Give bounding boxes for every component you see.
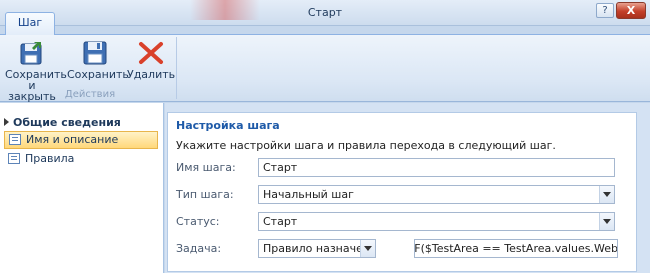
section-description: Укажите настройки шага и правила переход…	[176, 139, 556, 152]
status-label: Статус:	[176, 215, 220, 228]
save-and-close-label-1: Сохранить	[5, 68, 67, 81]
expand-triangle-icon[interactable]	[4, 118, 9, 126]
delete-label: Удалить	[127, 68, 176, 81]
sidebar: Общие сведения Имя и описание Правила	[0, 103, 164, 273]
window-title: Старт	[307, 6, 343, 19]
chevron-down-icon[interactable]	[599, 213, 614, 230]
main-area: Настройка шага Укажите настройки шага и …	[165, 103, 650, 273]
save-icon	[83, 41, 107, 65]
actions-group: Сохранить и закрыть Сохранить Удалить Де…	[3, 37, 177, 102]
task-label: Задача:	[176, 242, 222, 255]
step-type-value: Начальный шаг	[263, 188, 354, 201]
step-type-label: Тип шага:	[176, 188, 234, 201]
save-label: Сохранить	[67, 68, 129, 81]
sidebar-item-name-description[interactable]: Имя и описание	[4, 131, 158, 149]
delete-button[interactable]: Удалить	[127, 39, 175, 80]
task-rule-select[interactable]: Правило назначения	[258, 239, 376, 258]
sidebar-section-general[interactable]: Общие сведения	[4, 116, 121, 129]
sidebar-item-rules[interactable]: Правила	[4, 151, 158, 169]
form-icon	[9, 134, 21, 145]
chevron-down-icon[interactable]	[599, 186, 614, 203]
step-type-select[interactable]: Начальный шаг	[258, 185, 615, 204]
help-button[interactable]: ?	[596, 3, 614, 18]
actions-group-label: Действия	[64, 89, 116, 100]
step-name-input[interactable]: Старт	[258, 158, 615, 177]
settings-panel: Настройка шага Укажите настройки шага и …	[167, 112, 637, 272]
delete-icon	[139, 42, 163, 64]
tab-step[interactable]: Шаг	[5, 12, 55, 35]
title-bar: Старт ? X	[0, 0, 650, 26]
save-button[interactable]: Сохранить	[67, 39, 129, 80]
chevron-down-icon[interactable]	[360, 240, 375, 257]
section-title: Настройка шага	[176, 119, 280, 132]
status-select[interactable]: Старт	[258, 212, 615, 231]
close-button[interactable]: X	[616, 2, 646, 19]
sidebar-section-label: Общие сведения	[13, 116, 121, 129]
sidebar-item-label: Имя и описание	[26, 133, 119, 146]
step-name-label: Имя шага:	[176, 161, 236, 174]
ribbon: Сохранить и закрыть Сохранить Удалить Де…	[0, 34, 650, 102]
status-value: Старт	[263, 215, 298, 228]
save-and-close-icon	[20, 42, 42, 65]
task-expression-input[interactable]: IF($TestArea == TestArea.values.Website,	[414, 239, 618, 258]
form-icon	[8, 153, 20, 164]
sidebar-item-label: Правила	[25, 152, 75, 165]
